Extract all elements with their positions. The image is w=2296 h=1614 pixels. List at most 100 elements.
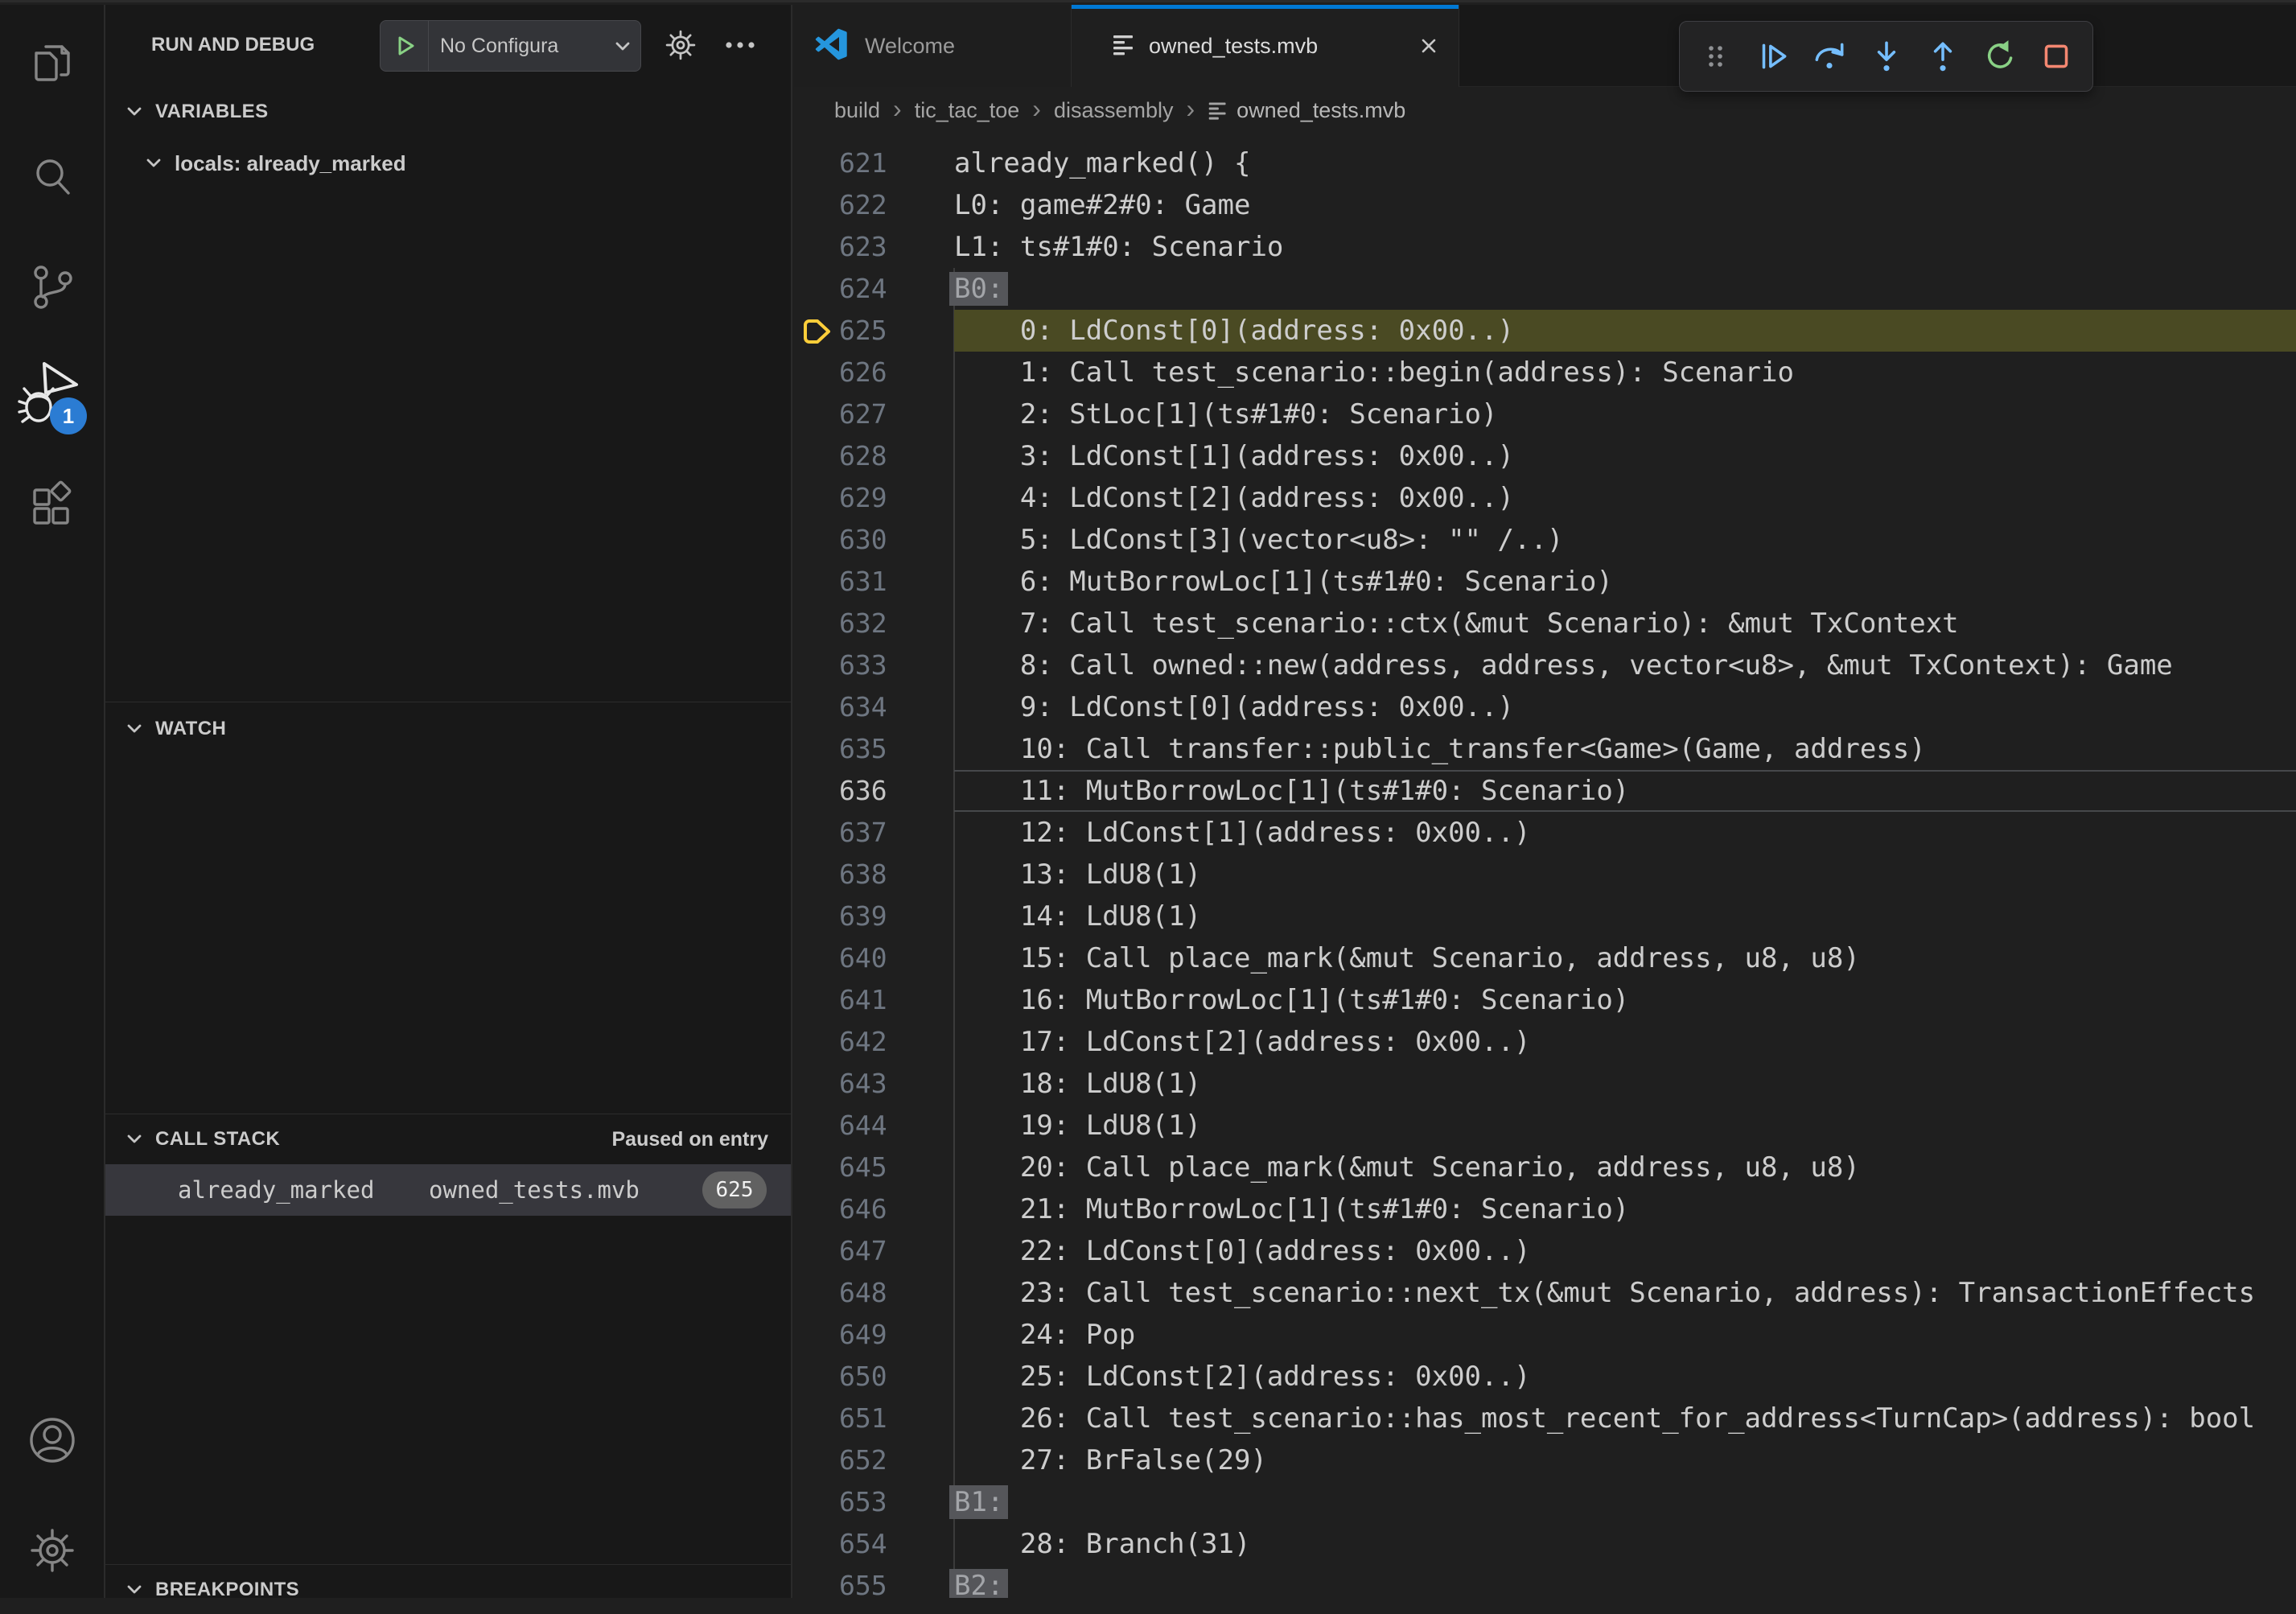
line-text: 10: Call transfer::public_transfer<Game>… xyxy=(954,728,2296,770)
code-line[interactable]: 623L1: ts#1#0: Scenario xyxy=(794,226,2296,268)
activity-item-explorer[interactable] xyxy=(0,16,104,113)
code-line[interactable]: 647 22: LdConst[0](address: 0x00..) xyxy=(794,1230,2296,1272)
code-editor[interactable]: 621already_marked() {622L0: game#2#0: Ga… xyxy=(794,134,2296,1598)
line-text: 14: LdU8(1) xyxy=(954,896,2296,937)
code-line[interactable]: 631 6: MutBorrowLoc[1](ts#1#0: Scenario) xyxy=(794,561,2296,603)
close-tab-icon[interactable] xyxy=(1412,29,1446,63)
code-line[interactable]: 645 20: Call place_mark(&mut Scenario, a… xyxy=(794,1147,2296,1188)
debug-continue-icon[interactable] xyxy=(1748,31,1798,81)
code-line[interactable]: 634 9: LdConst[0](address: 0x00..) xyxy=(794,686,2296,728)
breadcrumb-item[interactable]: build xyxy=(834,98,880,123)
tab-owned-tests[interactable]: owned_tests.mvb xyxy=(1072,5,1459,87)
activity-item-settings[interactable] xyxy=(0,1504,104,1600)
line-text: L1: ts#1#0: Scenario xyxy=(954,226,2296,268)
code-line[interactable]: 653B1: xyxy=(794,1481,2296,1523)
breadcrumb-file[interactable]: owned_tests.mvb xyxy=(1236,98,1405,123)
code-line[interactable]: 638 13: LdU8(1) xyxy=(794,854,2296,896)
code-line[interactable]: 652 27: BrFalse(29) xyxy=(794,1439,2296,1481)
line-number: 624 xyxy=(839,268,878,310)
frame-line-badge: 625 xyxy=(702,1171,767,1208)
debug-config-dropdown[interactable]: No Configura xyxy=(380,20,641,72)
line-number: 647 xyxy=(839,1230,878,1272)
code-line[interactable]: 622L0: game#2#0: Game xyxy=(794,184,2296,226)
code-line[interactable]: 648 23: Call test_scenario::next_tx(&mut… xyxy=(794,1272,2296,1314)
code-line[interactable]: 650 25: LdConst[2](address: 0x00..) xyxy=(794,1356,2296,1398)
breadcrumb-item[interactable]: disassembly xyxy=(1054,98,1174,123)
code-line[interactable]: 654 28: Branch(31) xyxy=(794,1523,2296,1565)
gutter-marker-slot xyxy=(794,1565,839,1598)
code-line[interactable]: 624B0: xyxy=(794,268,2296,310)
line-text: 28: Branch(31) xyxy=(954,1523,2296,1565)
code-line[interactable]: 626 1: Call test_scenario::begin(address… xyxy=(794,352,2296,393)
code-line[interactable]: 629 4: LdConst[2](address: 0x00..) xyxy=(794,477,2296,519)
code-line[interactable]: 637 12: LdConst[1](address: 0x00..) xyxy=(794,812,2296,854)
section-title: VARIABLES xyxy=(155,101,269,123)
code-line[interactable]: 643 18: LdU8(1) xyxy=(794,1063,2296,1105)
code-line[interactable]: 628 3: LdConst[1](address: 0x00..) xyxy=(794,435,2296,477)
debug-step-over-icon[interactable] xyxy=(1804,31,1854,81)
code-line[interactable]: 636 11: MutBorrowLoc[1](ts#1#0: Scenario… xyxy=(794,770,2296,812)
chevron-down-icon xyxy=(123,101,146,123)
line-text: 11: MutBorrowLoc[1](ts#1#0: Scenario) xyxy=(954,770,2296,812)
activity-item-search[interactable] xyxy=(0,130,104,227)
gutter-marker-slot xyxy=(794,1105,839,1147)
gutter-marker-slot xyxy=(794,393,839,435)
gutter-marker-slot xyxy=(794,937,839,979)
line-text: already_marked() { xyxy=(954,142,2296,184)
line-text: 2: StLoc[1](ts#1#0: Scenario) xyxy=(954,393,2296,435)
line-number: 630 xyxy=(839,519,878,561)
extensions-icon xyxy=(25,479,80,537)
code-line[interactable]: 635 10: Call transfer::public_transfer<G… xyxy=(794,728,2296,770)
code-line[interactable]: 655B2: xyxy=(794,1565,2296,1598)
code-line[interactable]: 651 26: Call test_scenario::has_most_rec… xyxy=(794,1398,2296,1439)
debug-restart-icon[interactable] xyxy=(1975,31,2025,81)
section-variables[interactable]: VARIABLES xyxy=(105,85,791,138)
gutter-marker-slot xyxy=(794,1147,839,1188)
activity-item-extensions[interactable] xyxy=(0,459,104,556)
code-line[interactable]: 633 8: Call owned::new(address, address,… xyxy=(794,644,2296,686)
line-number: 649 xyxy=(839,1314,878,1356)
code-line[interactable]: 640 15: Call place_mark(&mut Scenario, a… xyxy=(794,937,2296,979)
code-line[interactable]: 630 5: LdConst[3](vector<u8>: "" /..) xyxy=(794,519,2296,561)
code-line[interactable]: 621already_marked() { xyxy=(794,142,2296,184)
chevron-down-icon xyxy=(123,1128,146,1151)
activity-item-accounts[interactable] xyxy=(0,1394,104,1490)
gutter-marker-slot xyxy=(794,1188,839,1230)
current-frame-marker-icon[interactable] xyxy=(794,310,839,352)
gutter-marker-slot xyxy=(794,1063,839,1105)
section-watch[interactable]: WATCH xyxy=(105,703,791,755)
section-call-stack[interactable]: CALL STACK Paused on entry xyxy=(105,1115,791,1163)
code-line[interactable]: 641 16: MutBorrowLoc[1](ts#1#0: Scenario… xyxy=(794,979,2296,1021)
code-lines: 621already_marked() {622L0: game#2#0: Ga… xyxy=(794,142,2296,1598)
activity-item-source-control[interactable] xyxy=(0,241,104,337)
frame-function-name: already_marked xyxy=(178,1176,374,1204)
code-line[interactable]: 627 2: StLoc[1](ts#1#0: Scenario) xyxy=(794,393,2296,435)
tab-welcome[interactable]: Welcome xyxy=(794,5,1072,87)
gutter-marker-slot xyxy=(794,979,839,1021)
debug-step-out-icon[interactable] xyxy=(1918,31,1968,81)
debug-gear-icon[interactable] xyxy=(662,5,699,85)
code-line[interactable]: 625 0: LdConst[0](address: 0x00..) xyxy=(794,310,2296,352)
line-text: 9: LdConst[0](address: 0x00..) xyxy=(954,686,2296,728)
code-line[interactable]: 632 7: Call test_scenario::ctx(&mut Scen… xyxy=(794,603,2296,644)
line-number: 633 xyxy=(839,644,878,686)
code-line[interactable]: 646 21: MutBorrowLoc[1](ts#1#0: Scenario… xyxy=(794,1188,2296,1230)
activity-item-run-and-debug[interactable]: 1 xyxy=(0,348,104,444)
gutter-marker-slot xyxy=(794,1523,839,1565)
code-line[interactable]: 644 19: LdU8(1) xyxy=(794,1105,2296,1147)
code-line[interactable]: 649 24: Pop xyxy=(794,1314,2296,1356)
more-actions-icon[interactable] xyxy=(718,5,762,85)
start-debugging-icon[interactable] xyxy=(381,21,429,71)
debug-stop-icon[interactable] xyxy=(2031,31,2081,81)
debug-step-into-icon[interactable] xyxy=(1862,31,1911,81)
code-line[interactable]: 642 17: LdConst[2](address: 0x00..) xyxy=(794,1021,2296,1063)
toolbar-drag-handle[interactable] xyxy=(1691,31,1741,81)
call-stack-frame-row[interactable]: already_marked owned_tests.mvb 625 xyxy=(105,1164,791,1216)
line-number: 632 xyxy=(839,603,878,644)
section-divider xyxy=(105,1564,791,1565)
breadcrumb-item[interactable]: tic_tac_toe xyxy=(915,98,1020,123)
section-breakpoints[interactable]: BREAKPOINTS xyxy=(105,1566,791,1614)
variables-scope-row[interactable]: locals: already_marked xyxy=(105,140,791,187)
line-number: 622 xyxy=(839,184,878,226)
code-line[interactable]: 639 14: LdU8(1) xyxy=(794,896,2296,937)
